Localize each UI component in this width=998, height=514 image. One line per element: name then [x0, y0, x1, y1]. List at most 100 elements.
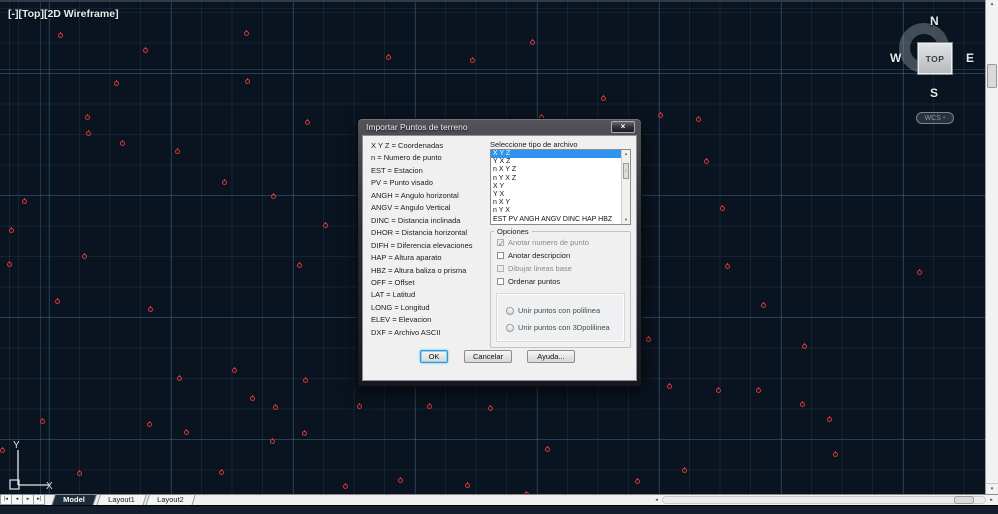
option-checkbox-row[interactable]: Anotar numero de punto — [497, 236, 589, 249]
file-type-option[interactable]: Y X — [491, 191, 630, 199]
file-type-option[interactable]: Y X Z — [491, 158, 630, 166]
terrain-point — [427, 404, 432, 409]
terrain-point — [114, 81, 119, 86]
terrain-point — [470, 58, 475, 63]
file-type-option[interactable]: X Y Z — [491, 150, 630, 158]
file-type-option[interactable]: n Y X — [491, 207, 630, 215]
cancel-button[interactable]: Cancelar — [464, 350, 512, 363]
checkbox-icon[interactable] — [497, 239, 504, 246]
terrain-point — [488, 406, 493, 411]
file-type-option[interactable]: X Y — [491, 183, 630, 191]
format-legend-line: OFF = Offset — [371, 277, 473, 289]
terrain-point — [646, 337, 651, 342]
terrain-point — [833, 452, 838, 457]
terrain-point — [696, 117, 701, 122]
terrain-point — [303, 378, 308, 383]
viewport-control[interactable]: [2D Wireframe] — [44, 8, 119, 20]
terrain-point — [917, 270, 922, 275]
checkbox-label: Anotar descripcion — [508, 251, 570, 260]
wcs-dropdown[interactable]: WCS ▾ — [916, 112, 954, 124]
file-type-list[interactable]: X Y ZY X Zn X Y Zn Y X ZX YY Xn X Yn Y X… — [490, 149, 631, 225]
file-type-list-label: Seleccione tipo de archivo — [490, 140, 578, 149]
terrain-point — [465, 483, 470, 488]
horizontal-scrollbar-track[interactable] — [662, 496, 986, 504]
terrain-point — [120, 141, 125, 146]
close-icon[interactable]: × — [611, 121, 635, 133]
format-legend: X Y Z = Coordenadasn = Numero de puntoES… — [371, 140, 473, 339]
format-legend-line: DINC = Distancia inclinada — [371, 215, 473, 227]
listbox-scrollbar-thumb[interactable]: ≡ — [623, 163, 629, 179]
scroll-up-icon[interactable]: ▴ — [622, 151, 630, 157]
checkbox-icon[interactable] — [497, 265, 504, 272]
format-legend-line: PV = Punto visado — [371, 177, 473, 189]
format-legend-line: DIFH = Diferencia elevaciones — [371, 240, 473, 252]
vertical-scrollbar-thumb[interactable] — [987, 64, 997, 88]
format-legend-line: ANGH = Angulo horizontal — [371, 190, 473, 202]
viewcube-top-face[interactable]: TOP — [918, 43, 952, 74]
listbox-scrollbar[interactable]: ▴ ≡ ▾ — [621, 150, 630, 224]
format-legend-line: ANGV = Angulo Vertical — [371, 202, 473, 214]
horizontal-scrollbar-thumb[interactable] — [954, 496, 974, 504]
terrain-point — [302, 431, 307, 436]
scroll-right-icon[interactable]: ▸ — [986, 495, 997, 505]
terrain-point — [177, 376, 182, 381]
terrain-point — [271, 194, 276, 199]
viewport-control[interactable]: [Top] — [19, 8, 44, 20]
checkbox-icon[interactable] — [497, 278, 504, 285]
terrain-point — [601, 96, 606, 101]
terrain-point — [720, 206, 725, 211]
tab-nav-button[interactable]: ▸| — [33, 495, 45, 505]
option-checkbox-row[interactable]: Anotar descripcion — [497, 249, 589, 262]
terrain-point — [184, 430, 189, 435]
file-type-option[interactable]: EST PV ANGH ANGV DINC HAP HBZ — [491, 216, 630, 224]
terrain-point — [297, 263, 302, 268]
viewport-control[interactable]: [-] — [8, 8, 19, 20]
help-button[interactable]: Ayuda... — [527, 350, 575, 363]
scroll-up-icon[interactable]: ▴ — [986, 1, 998, 7]
terrain-point — [175, 149, 180, 154]
terrain-point — [386, 55, 391, 60]
file-type-option[interactable]: n X Y — [491, 199, 630, 207]
terrain-point — [273, 405, 278, 410]
ok-button[interactable]: OK — [420, 350, 448, 363]
checkbox-icon[interactable] — [497, 252, 504, 259]
viewport-controls[interactable]: [-][Top][2D Wireframe] — [8, 8, 119, 20]
option-checkbox-row[interactable]: Ordenar puntos — [497, 275, 589, 288]
terrain-point — [22, 199, 27, 204]
file-type-option[interactable]: n X Y Z — [491, 166, 630, 174]
status-strip — [0, 505, 998, 514]
horizontal-scrollbar[interactable]: ◂ ▸ — [650, 494, 998, 505]
dialog-title-bar[interactable]: Importar Puntos de terreno × — [362, 119, 637, 135]
terrain-point — [86, 131, 91, 136]
format-legend-line: X Y Z = Coordenadas — [371, 140, 473, 152]
file-type-option[interactable]: n Y X Z — [491, 175, 630, 183]
terrain-point — [635, 479, 640, 484]
scroll-down-icon[interactable]: ▾ — [985, 483, 998, 494]
option-checkbox-row[interactable]: Dibujar lineas base — [497, 262, 589, 275]
viewcube-west[interactable]: W — [890, 51, 901, 65]
terrain-point — [77, 471, 82, 476]
format-legend-line: ELEV = Elevacion — [371, 314, 473, 326]
terrain-point — [530, 40, 535, 45]
layout-tabs: Model Layout1 Layout2 — [50, 495, 194, 505]
viewcube-east[interactable]: E — [966, 51, 974, 65]
radio-option-row: Unir puntos con polilinea — [506, 302, 624, 319]
terrain-point — [55, 299, 60, 304]
polyline-options-panel: Unir puntos con polilinea Unir puntos co… — [496, 293, 625, 342]
scroll-left-icon[interactable]: ◂ — [651, 495, 662, 505]
file-type-options: X Y ZY X Zn X Y Zn Y X ZX YY Xn X Yn Y X… — [491, 150, 630, 224]
viewcube-south[interactable]: S — [930, 86, 938, 100]
terrain-point — [398, 478, 403, 483]
terrain-point — [667, 384, 672, 389]
radio-button-icon — [506, 324, 514, 332]
vertical-scrollbar[interactable]: ▴ — [985, 0, 998, 483]
terrain-point — [827, 417, 832, 422]
wcs-label: WCS — [925, 115, 941, 122]
checkbox-label: Dibujar lineas base — [508, 264, 572, 273]
scroll-down-icon[interactable]: ▾ — [622, 217, 630, 223]
terrain-point — [323, 223, 328, 228]
terrain-point — [716, 388, 721, 393]
dialog-body: X Y Z = Coordenadasn = Numero de puntoES… — [362, 135, 637, 381]
terrain-point — [58, 33, 63, 38]
viewcube-north[interactable]: N — [930, 14, 939, 28]
